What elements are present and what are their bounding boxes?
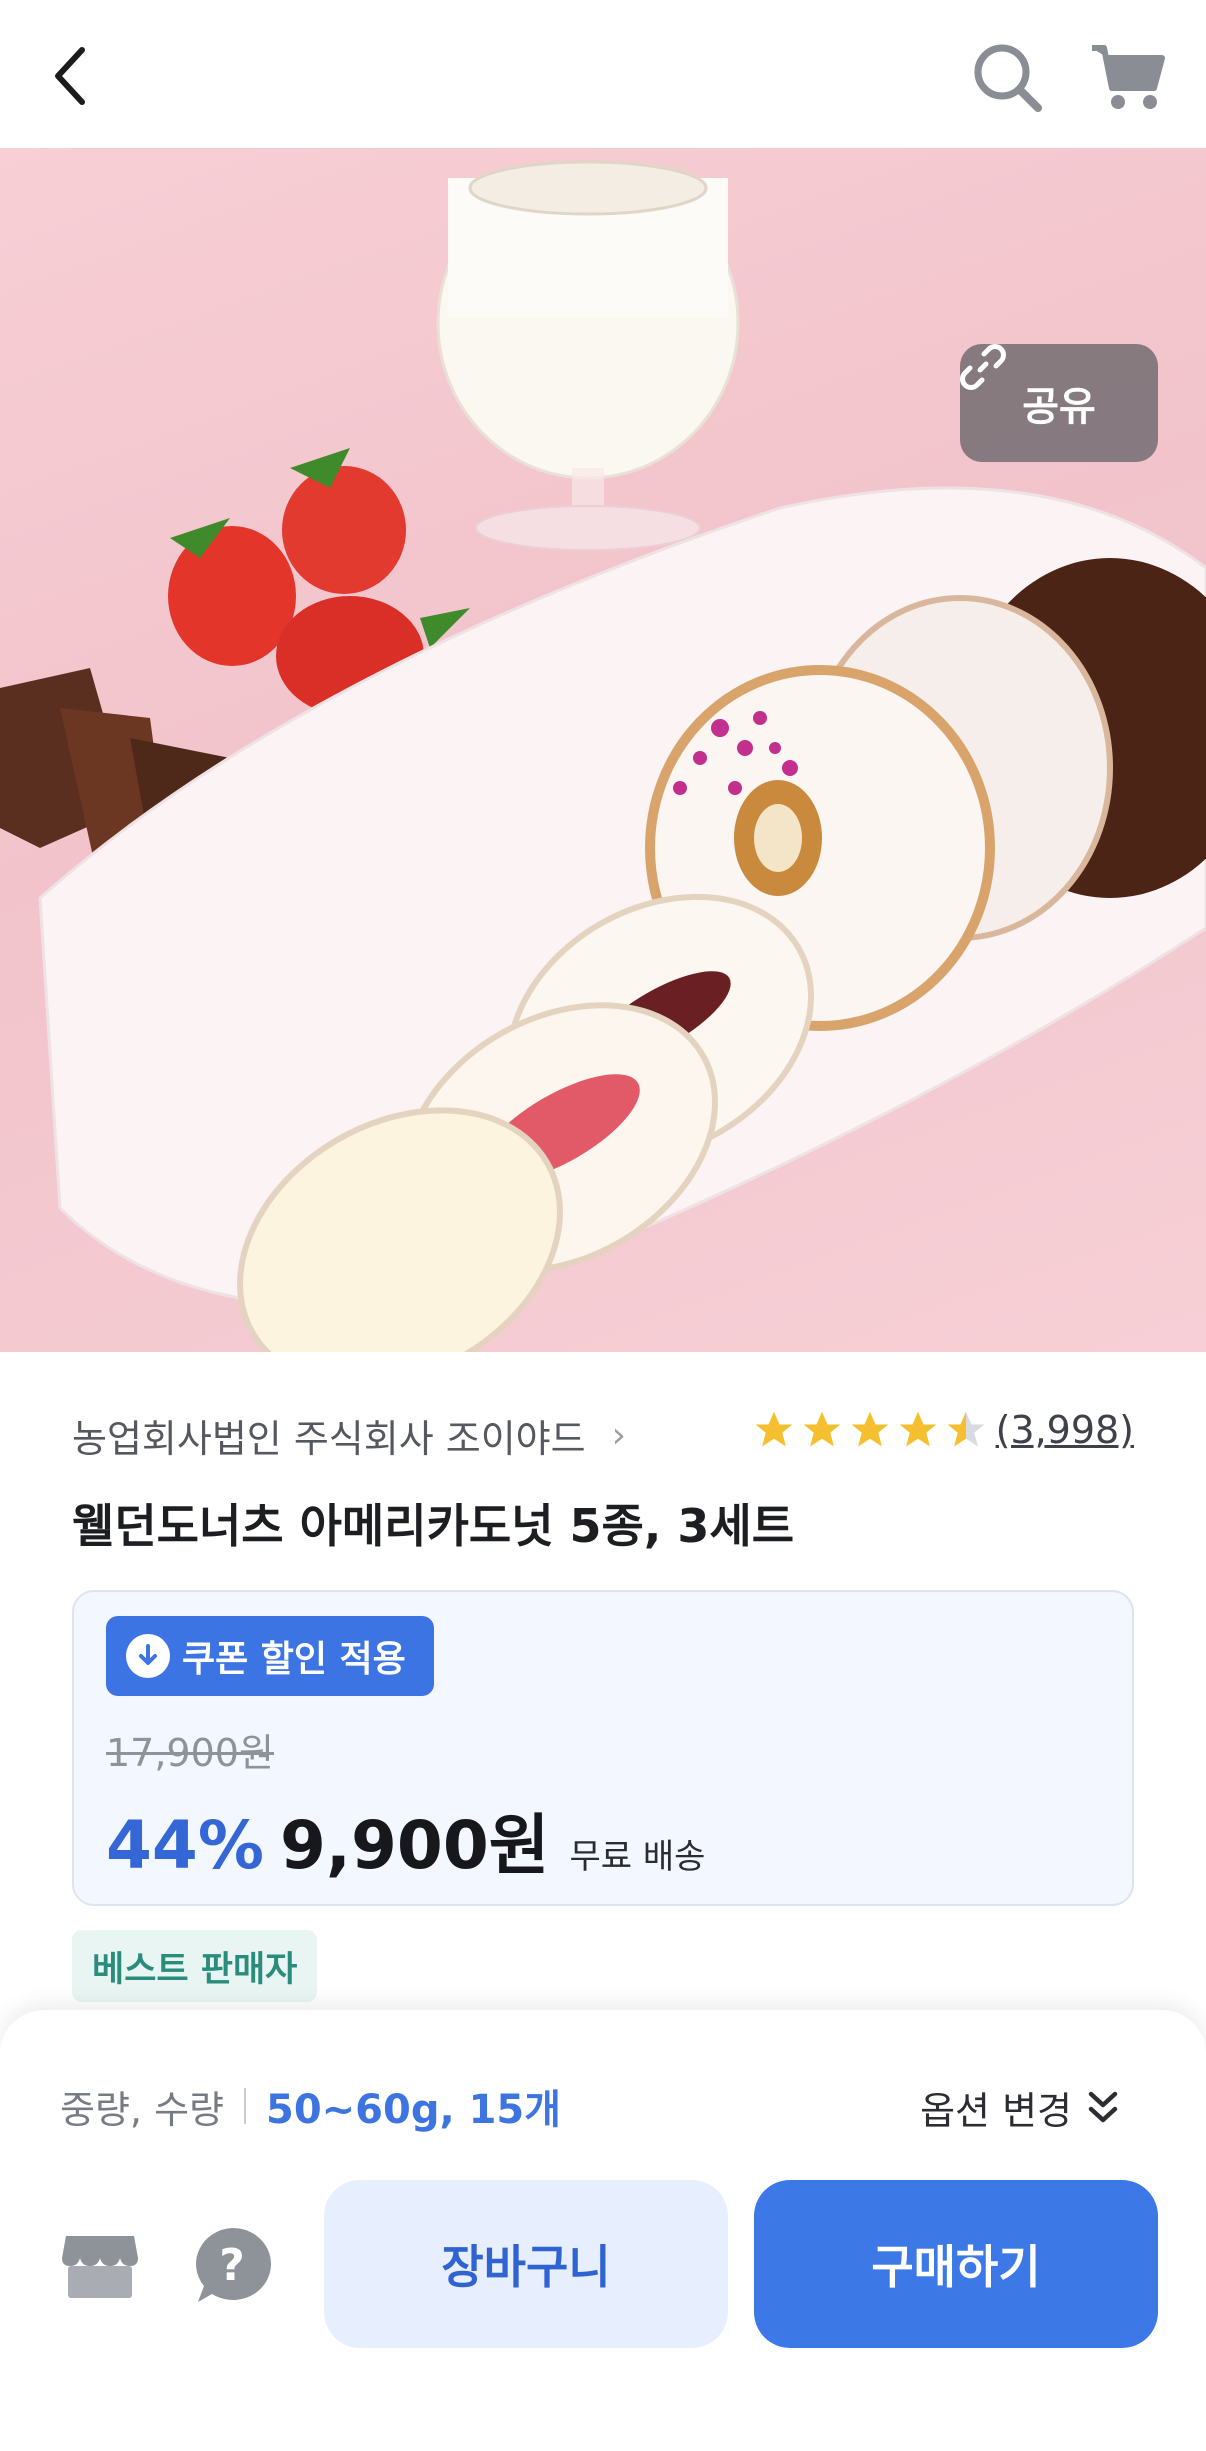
- cart-icon: [1092, 45, 1165, 109]
- store-icon: [62, 2236, 138, 2298]
- option-change-label: 옵션 변경: [920, 2089, 1072, 2133]
- share-label: 공유: [1022, 384, 1096, 430]
- question-icon: ?: [196, 2227, 271, 2302]
- chevron-left-icon: [55, 47, 85, 105]
- search-button[interactable]: [970, 40, 1046, 116]
- seller-row: 농업회사법인 주식회사 조이야드 › (3,998): [72, 1400, 1134, 1470]
- star-icon: [755, 1411, 792, 1447]
- product-photo-illustration: [0, 160, 1206, 1352]
- purchase-bottom-sheet: 중량, 수량 50~60g, 15개 옵션 변경 ? 장바구니 구매하기: [0, 2010, 1206, 2451]
- star-icon: [803, 1411, 840, 1447]
- shipping-info: 무료 배송: [569, 1837, 706, 1877]
- coupon-badge[interactable]: 쿠폰 할인 적용: [106, 1616, 434, 1696]
- product-image[interactable]: 공유: [0, 148, 1206, 1352]
- buy-now-button[interactable]: 구매하기: [754, 2180, 1158, 2348]
- original-price: 17,900원: [106, 1731, 274, 1775]
- product-title: 웰던도너츠 아메리카도넛 5종, 3세트: [72, 1499, 795, 1553]
- top-nav-bar: [0, 0, 1206, 148]
- store-button[interactable]: [60, 2232, 140, 2302]
- option-row: 중량, 수량 50~60g, 15개 옵션 변경: [60, 2066, 1146, 2146]
- cart-button[interactable]: [1088, 40, 1168, 116]
- price-card: 쿠폰 할인 적용 17,900원 44% 9,900원 무료 배송: [72, 1590, 1134, 1906]
- double-chevron-down-icon: [1088, 2091, 1118, 2122]
- rating[interactable]: (3,998): [752, 1408, 1134, 1452]
- product-detail-page: 공유 농업회사법인 주식회사 조이야드 › (3,998) 웰던도너츠 아메리카…: [0, 0, 1206, 2451]
- discount-rate: 44%: [106, 1807, 264, 1884]
- svg-text:?: ?: [219, 2240, 245, 2291]
- link-icon: [960, 344, 1006, 390]
- star-icon: [851, 1411, 888, 1447]
- price-row: 44% 9,900원 무료 배송: [106, 1792, 705, 1888]
- seller-link[interactable]: 농업회사법인 주식회사 조이야드: [72, 1408, 586, 1463]
- review-count-link[interactable]: (3,998): [996, 1408, 1134, 1452]
- option-divider: [244, 2088, 246, 2124]
- star-icon: [899, 1411, 936, 1447]
- add-to-cart-button[interactable]: 장바구니: [324, 2180, 728, 2348]
- share-button[interactable]: 공유: [960, 344, 1158, 462]
- back-button[interactable]: [50, 36, 110, 116]
- download-icon: [126, 1634, 170, 1678]
- inquiry-button[interactable]: ?: [190, 2224, 274, 2308]
- option-value: 50~60g, 15개: [266, 2087, 562, 2133]
- chevron-right-icon: ›: [611, 1414, 627, 1456]
- final-price: 9,900원: [279, 1807, 550, 1884]
- search-icon: [974, 44, 1042, 112]
- half-star-icon: [947, 1411, 984, 1447]
- coupon-label: 쿠폰 할인 적용: [182, 1639, 406, 1680]
- option-label: 중량, 수량: [60, 2087, 224, 2132]
- option-change-button[interactable]: 옵션 변경: [920, 2080, 1120, 2135]
- action-bar: ? 장바구니 구매하기: [60, 2180, 1158, 2350]
- best-seller-badge: 베스트 판매자: [72, 1930, 318, 2002]
